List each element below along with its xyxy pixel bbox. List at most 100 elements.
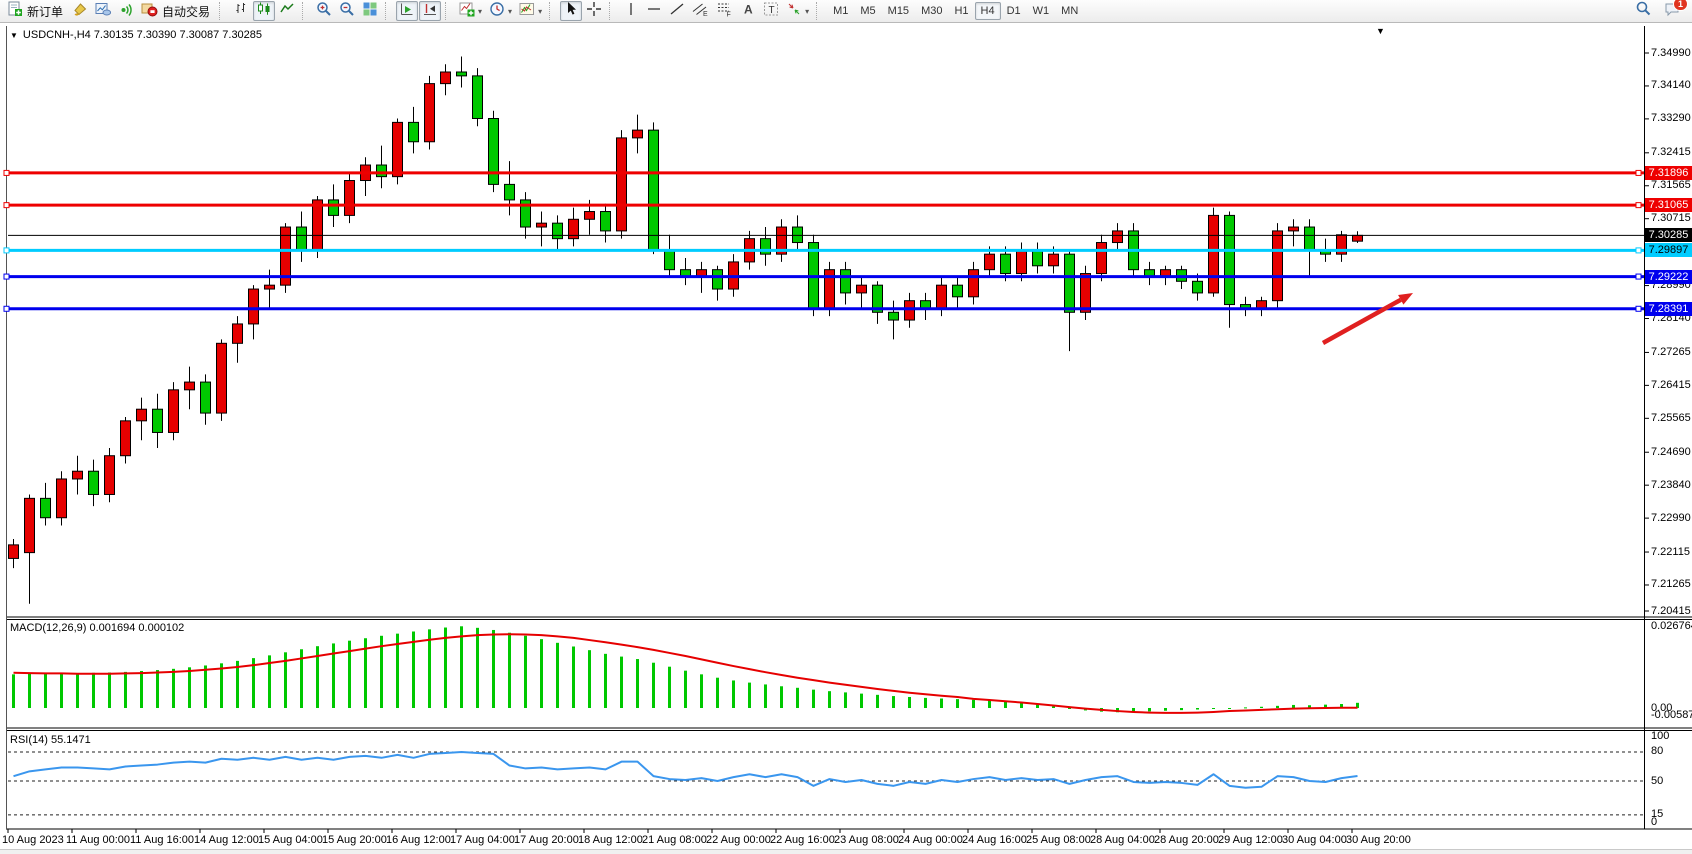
candle-body [1049,254,1059,266]
price-level-badge: 7.30285 [1645,228,1692,242]
candle-body [425,84,435,142]
line-anchor-marker[interactable] [4,170,9,175]
chart-title-row[interactable]: ▼ USDCNH-,H4 7.30135 7.30390 7.30087 7.3… [10,29,262,41]
line-anchor-marker[interactable] [1636,306,1641,311]
macd-histogram-bar [1276,706,1279,708]
macd-histogram-bar [12,674,15,708]
price-level-badge: 7.31896 [1645,166,1692,180]
panel-collapse-icon[interactable]: ▼ [1376,26,1385,36]
candle-body [393,122,403,176]
macd-histogram-bar [620,657,623,708]
candle-body [409,122,419,141]
candle-body [665,250,675,269]
candle-body [1001,254,1011,273]
macd-histogram-bar [860,694,863,708]
macd-histogram-bar [908,697,911,708]
line-anchor-marker[interactable] [1636,203,1641,208]
macd-histogram-bar [700,674,703,708]
chart-menu-arrow-icon[interactable]: ▼ [10,31,18,40]
candle-body [73,471,83,479]
candle-body [713,270,723,289]
candle-body [377,165,387,177]
time-axis-label: 17 Aug 04:00 [450,834,515,846]
candle-body [537,223,547,227]
line-anchor-marker[interactable] [4,306,9,311]
trend-arrow-head[interactable] [1398,293,1413,305]
candle-body [553,223,563,239]
chart-canvas[interactable] [0,0,1692,854]
line-anchor-marker[interactable] [1636,274,1641,279]
candle-body [41,498,51,517]
candle-body [297,227,307,250]
macd-axis-label: -0.005872 [1651,709,1692,721]
macd-histogram-bar [764,684,767,708]
candle-body [105,456,115,495]
window-bottom-edge [0,849,1692,854]
macd-histogram-bar [60,673,63,708]
macd-histogram-bar [508,633,511,708]
time-axis-label: 23 Aug 08:00 [834,834,899,846]
price-axis-label: 7.25565 [1651,412,1691,424]
macd-indicator-label: MACD(12,26,9) 0.001694 0.000102 [10,622,184,634]
macd-histogram-bar [972,700,975,708]
candle-body [153,409,163,432]
price-axis-label: 7.21265 [1651,578,1691,590]
candle-body [473,76,483,119]
macd-histogram-bar [44,673,47,708]
macd-histogram-bar [636,659,639,708]
line-anchor-marker[interactable] [1636,248,1641,253]
candle-body [249,289,259,324]
macd-histogram-bar [588,650,591,708]
macd-histogram-bar [492,630,495,708]
candle-body [505,184,515,200]
macd-histogram-bar [748,683,751,708]
macd-histogram-bar [540,639,543,708]
rsi-axis-label: 0 [1651,816,1657,828]
time-axis-label: 30 Aug 04:00 [1282,834,1347,846]
candle-body [1225,215,1235,304]
macd-histogram-bar [812,690,815,708]
time-axis-label: 24 Aug 16:00 [962,834,1027,846]
line-anchor-marker[interactable] [4,248,9,253]
time-axis-label: 11 Aug 00:00 [66,834,130,846]
candle-body [1193,281,1203,293]
price-axis-label: 7.24690 [1651,446,1691,458]
candle-body [969,270,979,297]
line-anchor-marker[interactable] [4,203,9,208]
time-axis-label: 22 Aug 00:00 [706,834,771,846]
macd-histogram-bar [156,670,159,708]
candle-body [185,382,195,390]
macd-histogram-bar [796,688,799,708]
macd-histogram-bar [572,646,575,708]
price-axis-label: 7.22115 [1651,546,1690,558]
time-axis-label: 11 Aug 16:00 [130,834,194,846]
time-axis-label: 28 Aug 04:00 [1090,834,1155,846]
price-axis-label: 7.20415 [1651,605,1691,617]
time-axis-label: 16 Aug 12:00 [386,834,451,846]
candle-body [649,130,659,250]
candle-body [121,421,131,456]
macd-histogram-bar [188,667,191,708]
macd-histogram-bar [92,673,95,708]
line-anchor-marker[interactable] [1636,170,1641,175]
line-anchor-marker[interactable] [4,274,9,279]
candle-body [905,301,915,320]
trend-arrow[interactable] [1323,300,1401,343]
macd-histogram-bar [1180,708,1183,710]
time-axis-label: 10 Aug 2023 [2,834,64,846]
candle-body [137,409,147,421]
macd-histogram-bar [684,671,687,708]
price-axis-label: 7.23840 [1651,479,1691,491]
candle-body [841,270,851,293]
candle-body [889,312,899,320]
candle-body [9,545,19,559]
macd-histogram-bar [1292,705,1295,708]
time-axis-label: 15 Aug 04:00 [258,834,323,846]
macd-histogram-bar [1196,708,1199,710]
candle-body [233,324,243,343]
macd-histogram-bar [892,696,895,708]
macd-histogram-bar [668,667,671,708]
macd-histogram-bar [940,699,943,708]
macd-histogram-bar [604,654,607,708]
macd-histogram-bar [924,698,927,708]
